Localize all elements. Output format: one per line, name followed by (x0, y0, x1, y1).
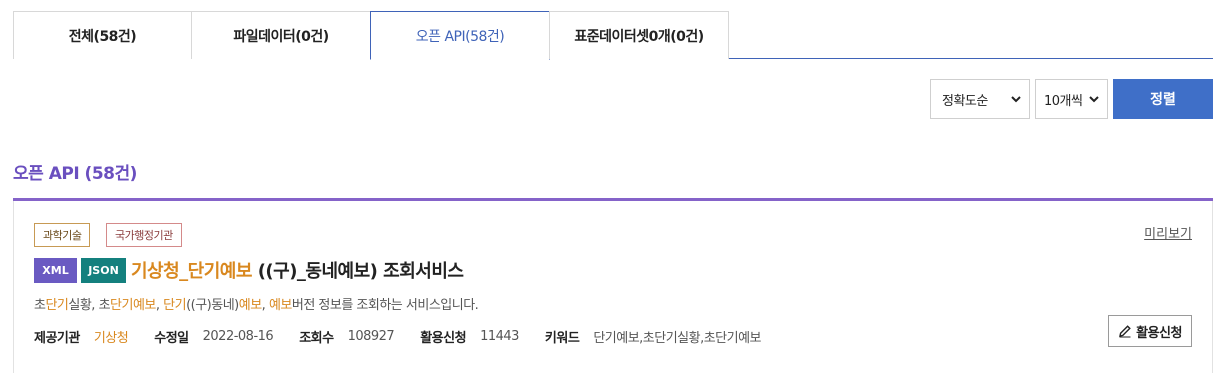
provider-value: 기상청 (93, 330, 129, 346)
preview-link[interactable]: 미리보기 (1144, 223, 1192, 242)
sort-button[interactable]: 정렬 (1113, 79, 1213, 119)
keyword-value: 단기예보,초단기실황,초단기예보 (593, 330, 762, 346)
xml-format-badge: XML (34, 258, 77, 283)
apply-button-label: 활용신청 (1136, 324, 1182, 340)
keyword-label: 키워드 (544, 330, 580, 346)
provider-label: 제공기관 (34, 330, 80, 346)
tab-all[interactable]: 전체(58건) (13, 11, 192, 59)
pencil-icon (1119, 325, 1131, 338)
usage-label: 활용신청 (420, 330, 467, 346)
modified-label: 수정일 (154, 330, 189, 346)
apply-button[interactable]: 활용신청 (1108, 315, 1192, 347)
json-format-badge: JSON (81, 258, 126, 283)
views-value: 108927 (347, 328, 395, 344)
result-title[interactable]: 기상청_단기예보 ((구)_동네예보) 조회서비스 (131, 257, 464, 283)
result-card: 과학기술 국가행정기관 미리보기 XML JSON 기상청_단기예보 ((구)_… (13, 201, 1213, 373)
tab-standard-dataset[interactable]: 표준데이터셋0개(0건) (549, 11, 729, 59)
category-tag[interactable]: 과학기술 (34, 223, 91, 247)
result-description: 초단기실황, 초단기예보, 단기((구)동네)예보, 예보버전 정보를 조회하는… (34, 298, 479, 313)
chevron-down-icon (1011, 96, 1021, 103)
page-size-select[interactable]: 10개씩 (1035, 79, 1108, 119)
modified-value: 2022-08-16 (202, 328, 274, 344)
tab-bar: 전체(58건) 파일데이터(0건) 오픈 API(58건) 표준데이터셋0개(0… (13, 11, 1213, 60)
usage-value: 11443 (480, 328, 519, 344)
tab-file-data[interactable]: 파일데이터(0건) (191, 11, 371, 59)
views-label: 조회수 (299, 330, 334, 346)
sort-order-value: 정확도순 (942, 93, 988, 109)
org-type-tag[interactable]: 국가행정기관 (106, 223, 182, 247)
chevron-down-icon (1089, 96, 1099, 103)
result-title-highlight: 기상청_단기예보 (131, 261, 252, 282)
tab-open-api[interactable]: 오픈 API(58건) (370, 11, 550, 60)
page-size-value: 10개씩 (1044, 93, 1083, 109)
sort-order-select[interactable]: 정확도순 (930, 79, 1030, 119)
result-meta: 제공기관 기상청 수정일 2022-08-16 조회수 108927 활용신청 … (34, 327, 787, 346)
section-title: 오픈 API (58건) (13, 164, 137, 184)
result-title-rest: ((구)_동네예보) 조회서비스 (251, 261, 464, 282)
